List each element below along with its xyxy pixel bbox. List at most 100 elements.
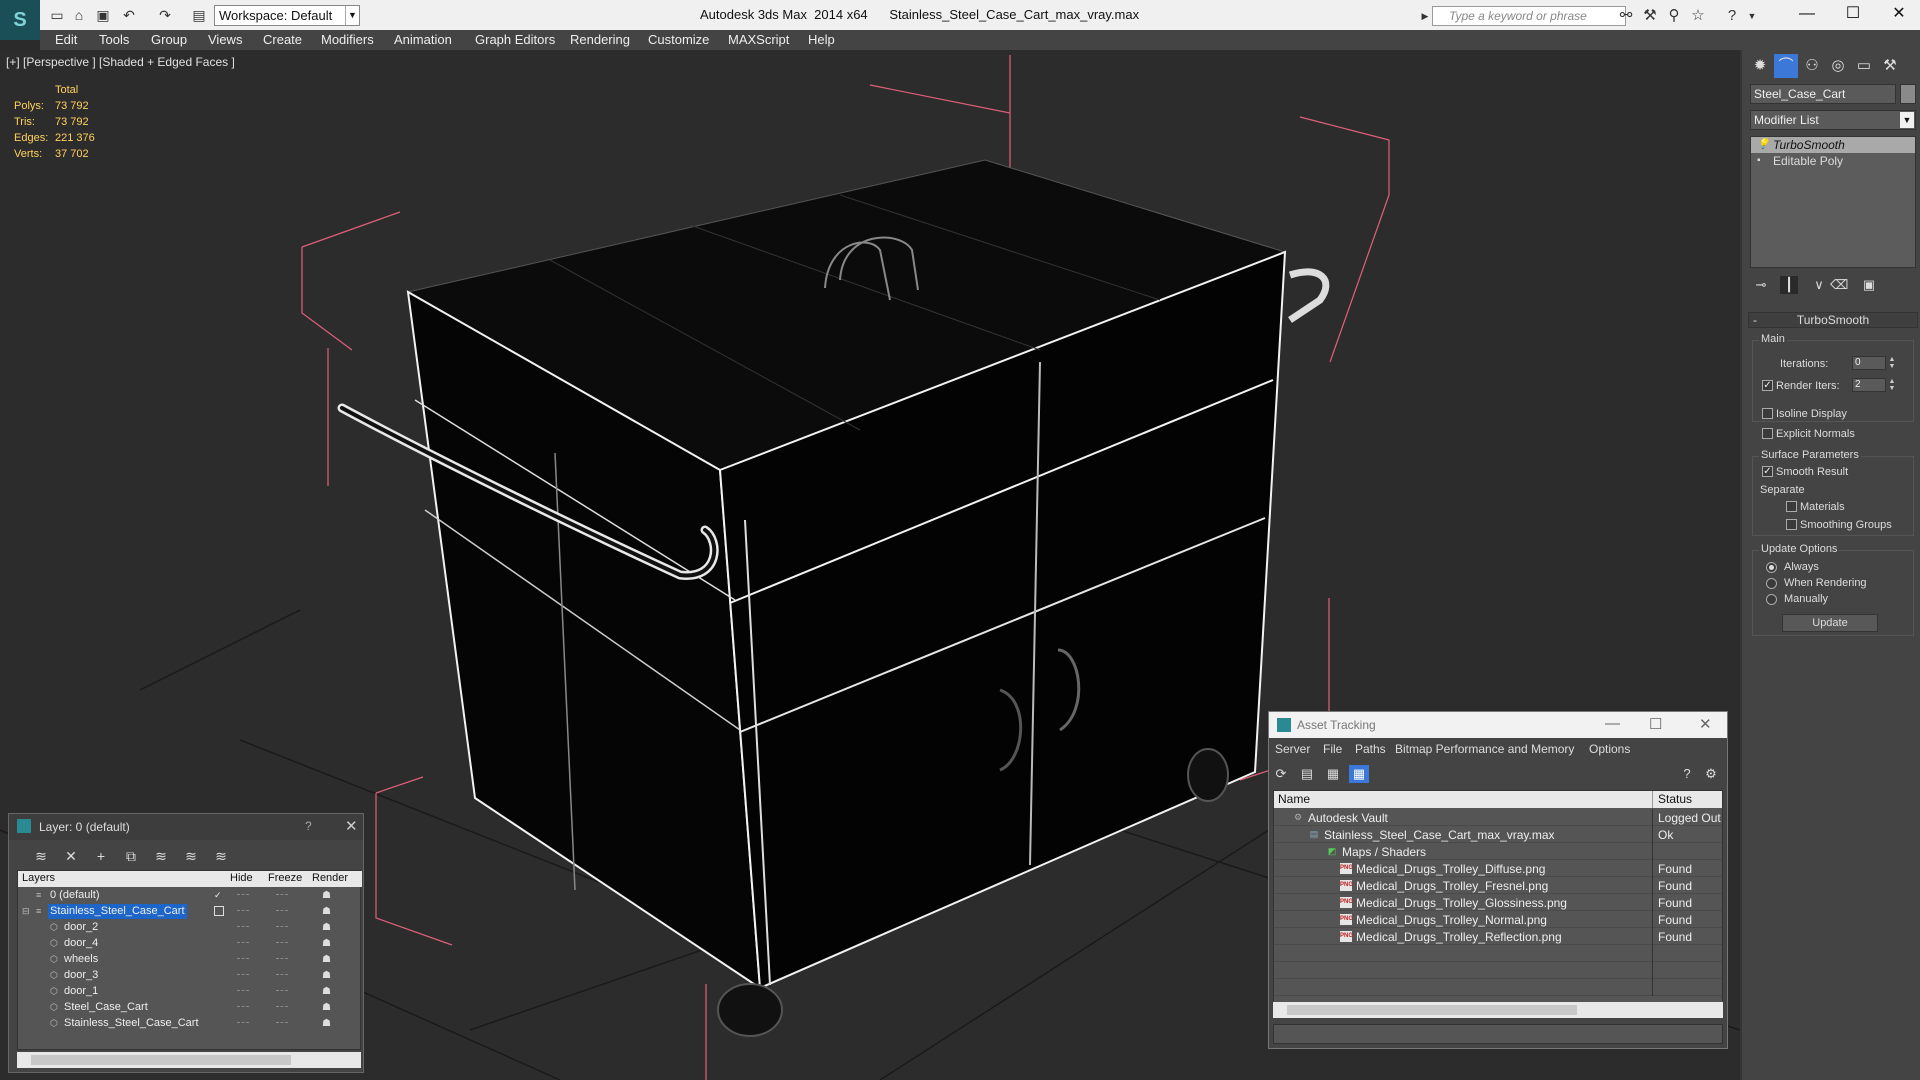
- asset-row[interactable]: PNG Medical_Drugs_Trolley_Diffuse.png Fo…: [1274, 860, 1722, 877]
- spinner-arrows-icon[interactable]: ▲ ▼: [1888, 356, 1896, 370]
- chevron-down-icon[interactable]: ▼: [1900, 112, 1914, 128]
- teapot-icon[interactable]: ☗: [322, 890, 331, 901]
- teapot-icon[interactable]: ☗: [322, 922, 331, 933]
- hide-toggle[interactable]: [237, 1022, 249, 1025]
- search-input[interactable]: Type a keyword or phrase: [1432, 6, 1626, 26]
- select-in-layer-icon[interactable]: ⧉: [121, 846, 141, 866]
- menu-views[interactable]: Views: [208, 32, 242, 47]
- freeze-toggle[interactable]: [276, 1022, 288, 1025]
- maximize-button[interactable]: ☐: [1830, 0, 1876, 30]
- asset-path-field[interactable]: [1273, 1024, 1723, 1044]
- menu-maxscript[interactable]: MAXScript: [728, 32, 789, 47]
- object-color-swatch[interactable]: [1900, 84, 1916, 104]
- lightbulb-icon[interactable]: 💡: [1757, 137, 1769, 153]
- minimize-icon[interactable]: —: [1605, 715, 1620, 732]
- redo-icon[interactable]: ↷: [156, 6, 174, 24]
- hide-toggle[interactable]: [237, 990, 249, 993]
- show-end-result-icon[interactable]: ┃: [1780, 276, 1798, 294]
- list-view-icon[interactable]: ▤: [1297, 765, 1317, 783]
- freeze-toggle[interactable]: [276, 942, 288, 945]
- asset-row[interactable]: PNG Medical_Drugs_Trolley_Reflection.png…: [1274, 928, 1722, 945]
- close-button[interactable]: ✕: [1876, 0, 1920, 30]
- menu-create[interactable]: Create: [263, 32, 302, 47]
- refresh-icon[interactable]: ⟳: [1271, 765, 1291, 783]
- update-button[interactable]: Update: [1782, 614, 1878, 632]
- always-radio[interactable]: [1766, 562, 1777, 573]
- menu-group[interactable]: Group: [151, 32, 187, 47]
- layer-row[interactable]: ⬡ Stainless_Steel_Case_Cart ☗: [18, 1016, 360, 1032]
- new-file-icon[interactable]: ▭: [48, 6, 66, 24]
- hide-toggle[interactable]: [237, 974, 249, 977]
- chevron-down-icon[interactable]: ▼: [345, 6, 359, 25]
- layer-row[interactable]: ≡ 0 (default) ✓ ☗: [18, 888, 360, 904]
- column-divider[interactable]: [1652, 791, 1653, 808]
- delete-layer-icon[interactable]: ✕: [61, 846, 81, 866]
- asset-row[interactable]: ◩ Maps / Shaders: [1274, 843, 1722, 860]
- menu-tools[interactable]: Tools: [99, 32, 129, 47]
- teapot-icon[interactable]: ☗: [322, 1018, 331, 1029]
- isoline-checkbox[interactable]: [1762, 408, 1773, 419]
- remove-modifier-icon[interactable]: ⌫: [1830, 276, 1848, 294]
- iterations-spinner[interactable]: 0: [1852, 356, 1886, 370]
- close-icon[interactable]: ✕: [1699, 715, 1712, 733]
- create-tab-icon[interactable]: ✹: [1748, 54, 1772, 78]
- layer-row[interactable]: ⬡ door_4 ☗: [18, 936, 360, 952]
- layer-window-titlebar[interactable]: Layer: 0 (default) ? ✕: [9, 814, 363, 840]
- asset-row[interactable]: PNG Medical_Drugs_Trolley_Glossiness.png…: [1274, 894, 1722, 911]
- asset-row[interactable]: ⚙ Autodesk Vault Logged Out: [1274, 809, 1722, 826]
- play-arrow-icon[interactable]: ▶: [1420, 6, 1430, 26]
- asset-row[interactable]: PNG Medical_Drugs_Trolley_Fresnel.png Fo…: [1274, 877, 1722, 894]
- menu-graph-editors[interactable]: Graph Editors: [475, 32, 555, 47]
- when-rendering-radio[interactable]: [1766, 578, 1777, 589]
- render-iters-spinner[interactable]: 2: [1852, 378, 1886, 392]
- hide-toggle[interactable]: [237, 958, 249, 961]
- context-help-icon[interactable]: ⚙: [1701, 765, 1721, 783]
- freeze-toggle[interactable]: [276, 1006, 288, 1009]
- layer-row[interactable]: ⬡ Steel_Case_Cart ☗: [18, 1000, 360, 1016]
- app-logo-icon[interactable]: S: [0, 0, 40, 40]
- stack-item-turbosmooth[interactable]: 💡 TurboSmooth: [1751, 137, 1915, 153]
- asset-tracking-titlebar[interactable]: Asset Tracking — ☐ ✕: [1269, 712, 1727, 738]
- help-icon[interactable]: ?: [305, 819, 312, 833]
- help-icon[interactable]: ?: [1677, 765, 1697, 783]
- hide-toggle[interactable]: [237, 894, 249, 897]
- layer-row[interactable]: ⬡ door_2 ☗: [18, 920, 360, 936]
- layer-row[interactable]: ⬡ door_3 ☗: [18, 968, 360, 984]
- hide-toggle[interactable]: [237, 1006, 249, 1009]
- layer-row[interactable]: ⬡ door_1 ☗: [18, 984, 360, 1000]
- teapot-icon[interactable]: ☗: [322, 986, 331, 997]
- layers-icon[interactable]: ≋: [31, 846, 51, 866]
- spinner-arrows-icon[interactable]: ▲ ▼: [1888, 378, 1896, 392]
- modify-tab-icon[interactable]: ⌒: [1774, 54, 1798, 78]
- column-header-freeze[interactable]: Freeze: [268, 872, 302, 884]
- smoothing-groups-checkbox[interactable]: [1786, 519, 1797, 530]
- menu-paths[interactable]: Paths: [1355, 742, 1386, 756]
- table-view-icon[interactable]: ▦: [1349, 765, 1369, 783]
- smooth-result-checkbox[interactable]: ✓: [1762, 466, 1773, 477]
- asset-row[interactable]: PNG Medical_Drugs_Trolley_Normal.png Fou…: [1274, 911, 1722, 928]
- current-layer-box-icon[interactable]: [214, 906, 224, 916]
- minimize-button[interactable]: —: [1784, 0, 1830, 30]
- asset-row[interactable]: ▤ Stainless_Steel_Case_Cart_max_vray.max…: [1274, 826, 1722, 843]
- motion-tab-icon[interactable]: ◎: [1826, 54, 1850, 78]
- close-icon[interactable]: ✕: [345, 817, 358, 835]
- hide-toggle[interactable]: [237, 926, 249, 929]
- make-unique-icon[interactable]: ∨: [1810, 276, 1828, 294]
- select-layer-icon[interactable]: ≋: [151, 846, 171, 866]
- horizontal-scrollbar[interactable]: [1273, 1002, 1723, 1018]
- teapot-icon[interactable]: ☗: [322, 1002, 331, 1013]
- pin-stack-icon[interactable]: ⊸: [1752, 276, 1770, 294]
- expand-plus-icon[interactable]: ▪: [1757, 153, 1761, 169]
- render-iters-checkbox[interactable]: ✓: [1762, 380, 1773, 391]
- project-folder-icon[interactable]: ▤: [190, 6, 208, 24]
- menu-server[interactable]: Server: [1275, 742, 1310, 756]
- scrollbar-thumb[interactable]: [31, 1055, 291, 1065]
- freeze-toggle[interactable]: [276, 974, 288, 977]
- hide-toggle[interactable]: [237, 942, 249, 945]
- rollout-turbosmooth-header[interactable]: - TurboSmooth: [1748, 312, 1918, 328]
- column-header-layers[interactable]: Layers: [22, 872, 55, 884]
- menu-modifiers[interactable]: Modifiers: [321, 32, 374, 47]
- hide-all-layers-icon[interactable]: ≋: [211, 846, 231, 866]
- utilities-tab-icon[interactable]: ⚒: [1878, 54, 1902, 78]
- stack-item-editable-poly[interactable]: ▪ Editable Poly: [1751, 153, 1915, 169]
